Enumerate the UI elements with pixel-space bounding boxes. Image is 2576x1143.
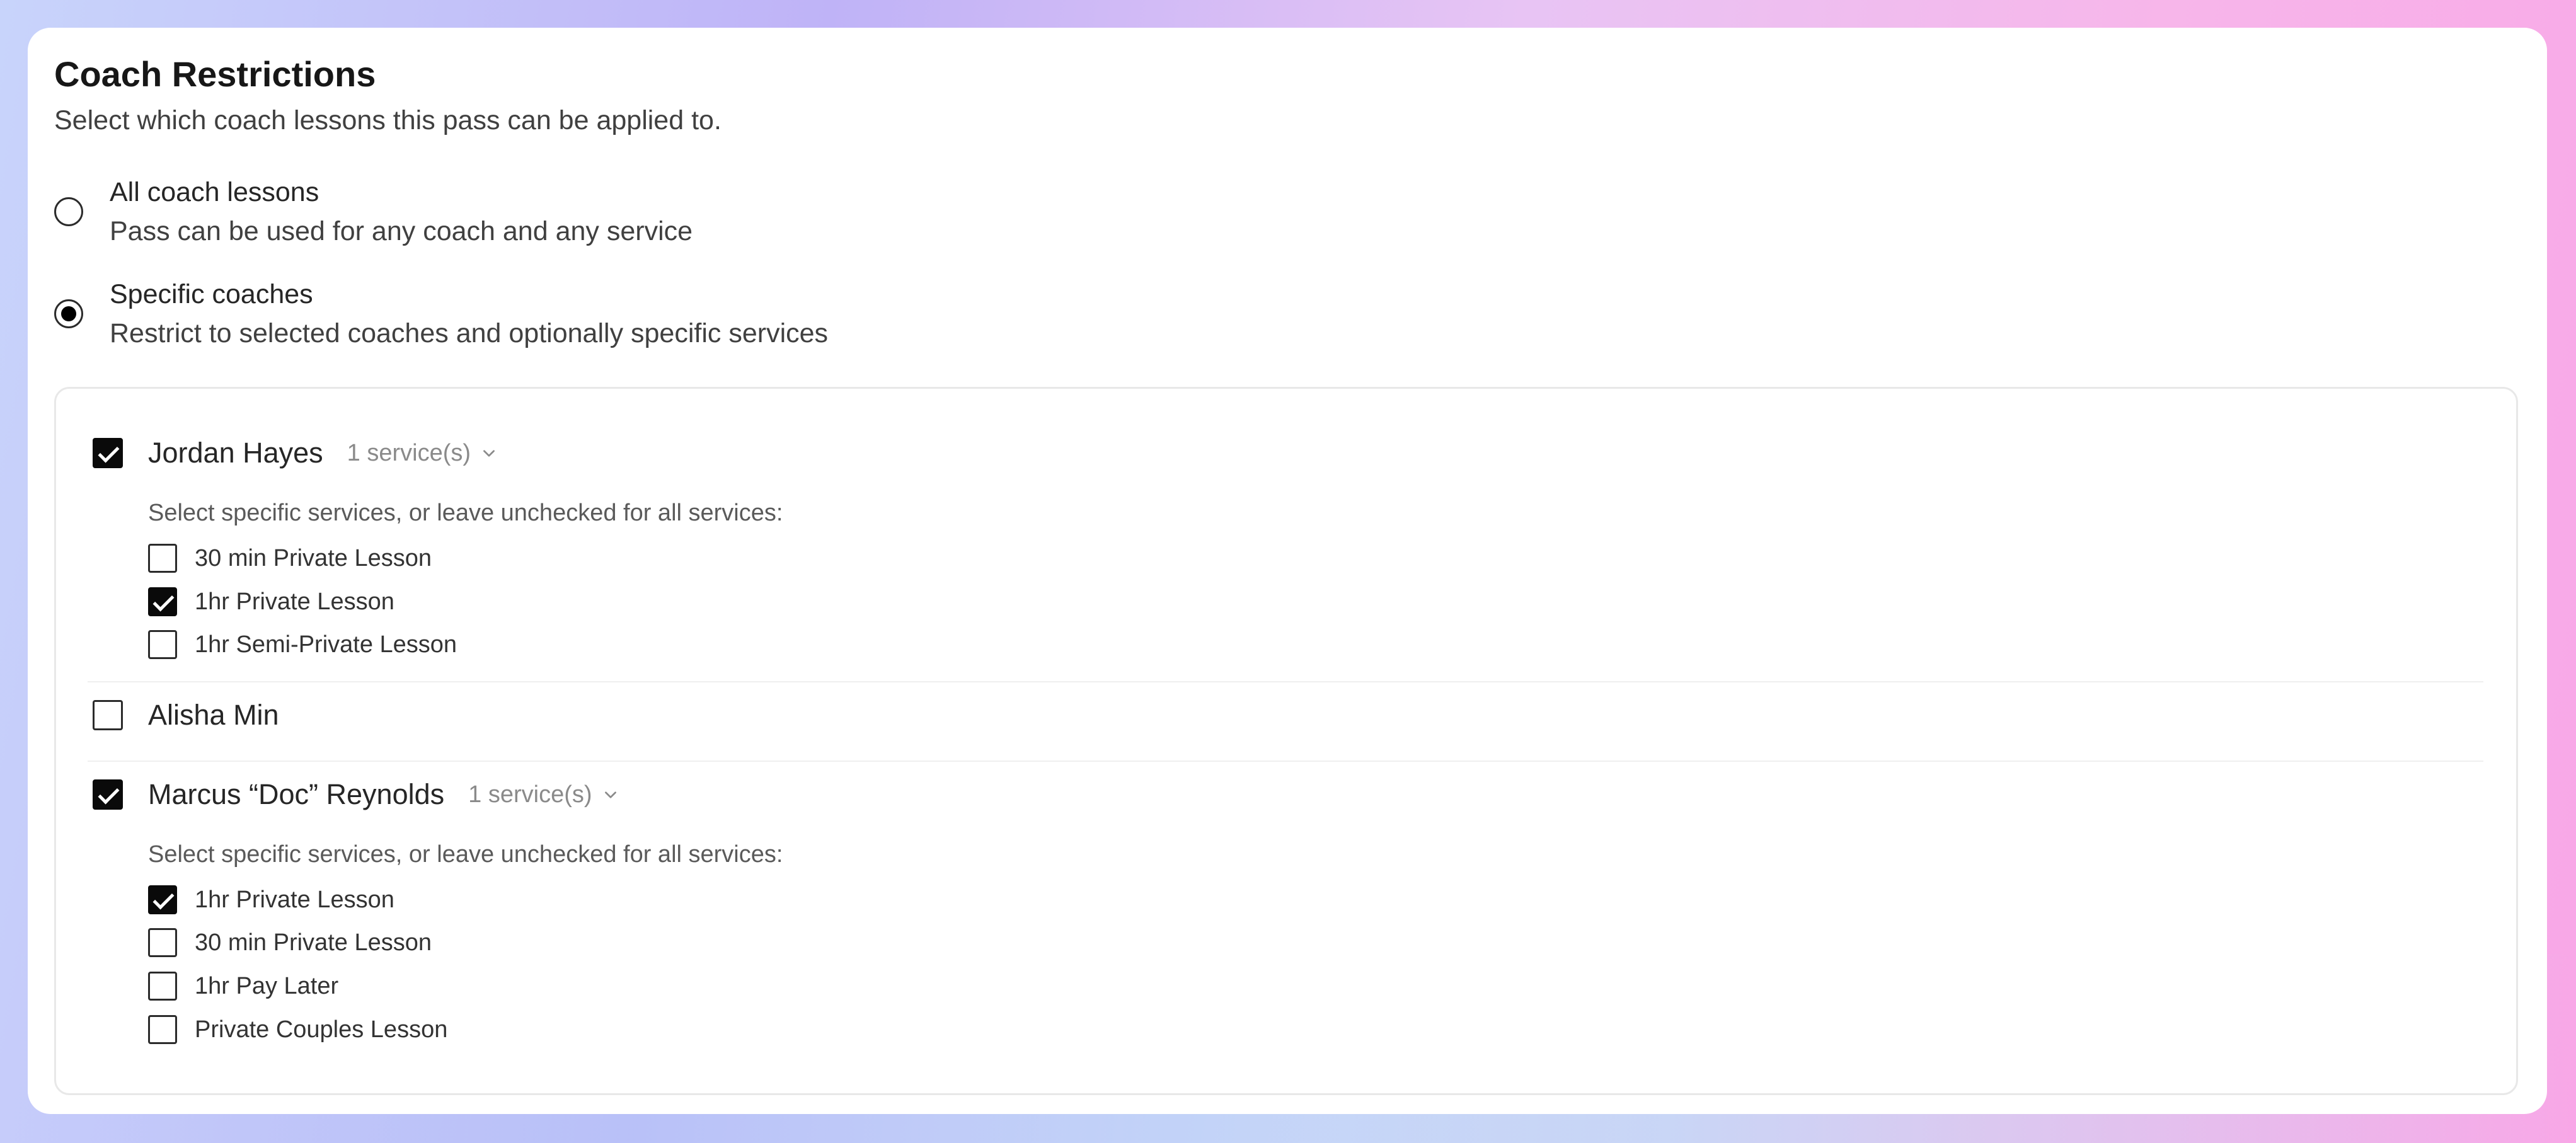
service-item[interactable]: 1hr Private Lesson — [148, 885, 394, 914]
service-checkbox[interactable] — [148, 544, 177, 573]
service-label: Private Couples Lesson — [195, 1016, 448, 1043]
service-hint: Select specific services, or leave unche… — [148, 841, 783, 868]
coach-checkbox-alisha-min[interactable] — [93, 700, 123, 730]
service-item[interactable]: 30 min Private Lesson — [148, 928, 432, 957]
coach-name: Marcus “Doc” Reynolds — [148, 778, 445, 810]
service-label: 1hr Pay Later — [195, 972, 339, 999]
coach-checkbox-jordan-hayes[interactable] — [93, 438, 123, 468]
service-count: 1 service(s) — [468, 781, 592, 808]
service-item[interactable]: 30 min Private Lesson — [148, 544, 432, 573]
section-subtitle: Select which coach lessons this pass can… — [54, 105, 722, 135]
radio-option-all-coach-lessons[interactable]: All coach lessons Pass can be used for a… — [54, 173, 693, 251]
service-checkbox[interactable] — [148, 630, 177, 659]
service-item[interactable]: Private Couples Lesson — [148, 1015, 447, 1044]
coach-list-panel: Jordan Hayes 1 service(s) Select specifi… — [54, 387, 2518, 1095]
coach-row-marcus-reynolds[interactable]: Marcus “Doc” Reynolds 1 service(s) — [93, 778, 619, 811]
radio-text-all: All coach lessons Pass can be used for a… — [110, 173, 693, 251]
chevron-down-icon — [483, 450, 495, 457]
service-checkbox[interactable] — [148, 885, 177, 914]
chevron-down-icon — [604, 791, 616, 798]
service-label: 1hr Semi-Private Lesson — [195, 631, 457, 658]
service-item[interactable]: 1hr Private Lesson — [148, 587, 394, 616]
service-checkbox[interactable] — [148, 587, 177, 616]
coach-name: Alisha Min — [148, 699, 279, 731]
coach-row-alisha-min[interactable]: Alisha Min — [93, 699, 279, 732]
service-checkbox[interactable] — [148, 972, 177, 1001]
section-title: Coach Restrictions — [54, 54, 376, 94]
coach-restrictions-card: Coach Restrictions Select which coach le… — [28, 28, 2547, 1114]
coach-row-jordan-hayes[interactable]: Jordan Hayes 1 service(s) — [93, 437, 497, 469]
service-count-toggle[interactable]: 1 service(s) — [347, 440, 497, 467]
service-count-toggle[interactable]: 1 service(s) — [468, 781, 618, 808]
coach-checkbox-marcus-reynolds[interactable] — [93, 779, 123, 810]
service-count: 1 service(s) — [347, 439, 471, 466]
radio-option-specific-coaches[interactable]: Specific coaches Restrict to selected co… — [54, 275, 828, 353]
radio-label-all: All coach lessons — [110, 177, 319, 207]
service-checkbox[interactable] — [148, 1015, 177, 1044]
service-label: 1hr Private Lesson — [195, 886, 394, 913]
radio-description-specific: Restrict to selected coaches and optiona… — [110, 318, 829, 348]
radio-text-specific: Specific coaches Restrict to selected co… — [110, 275, 828, 353]
service-hint: Select specific services, or leave unche… — [148, 500, 783, 526]
service-checkbox[interactable] — [148, 928, 177, 957]
coach-divider — [88, 761, 2483, 762]
service-label: 30 min Private Lesson — [195, 929, 432, 956]
coach-divider — [88, 681, 2483, 682]
radio-description-all: Pass can be used for any coach and any s… — [110, 216, 693, 246]
radio-button-specific[interactable] — [54, 299, 83, 328]
service-label: 1hr Private Lesson — [195, 588, 394, 615]
radio-label-specific: Specific coaches — [110, 279, 313, 309]
service-item[interactable]: 1hr Semi-Private Lesson — [148, 630, 457, 659]
radio-button-all[interactable] — [54, 197, 83, 226]
service-label: 30 min Private Lesson — [195, 544, 432, 572]
coach-name: Jordan Hayes — [148, 437, 323, 469]
service-item[interactable]: 1hr Pay Later — [148, 972, 338, 1001]
